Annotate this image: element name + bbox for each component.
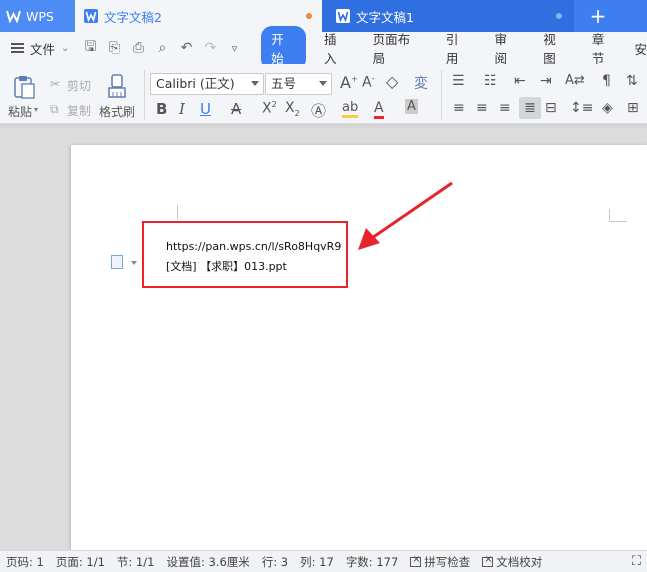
status-word-count[interactable]: 字数: 177 bbox=[346, 554, 398, 570]
annotation-arrow-icon bbox=[358, 181, 453, 250]
status-section[interactable]: 节: 1/1 bbox=[117, 554, 155, 570]
spell-check-button[interactable]: 拼写检查 bbox=[410, 554, 470, 570]
spell-check-icon bbox=[410, 554, 422, 567]
proofread-button[interactable]: 文档校对 bbox=[482, 554, 542, 570]
proofread-label: 文档校对 bbox=[496, 554, 543, 569]
status-bar: 页码: 1 页面: 1/1 节: 1/1 设置值: 3.6厘米 行: 3 列: … bbox=[0, 550, 647, 572]
status-pages[interactable]: 页面: 1/1 bbox=[56, 554, 105, 570]
status-setting[interactable]: 设置值: 3.6厘米 bbox=[166, 554, 249, 570]
status-page[interactable]: 页码: 1 bbox=[6, 554, 44, 570]
proofread-icon bbox=[482, 554, 494, 567]
spell-check-label: 拼写检查 bbox=[424, 554, 471, 569]
status-col[interactable]: 列: 17 bbox=[300, 554, 334, 570]
fullscreen-icon[interactable]: ⛶ bbox=[632, 554, 641, 569]
status-row[interactable]: 行: 3 bbox=[262, 554, 288, 570]
